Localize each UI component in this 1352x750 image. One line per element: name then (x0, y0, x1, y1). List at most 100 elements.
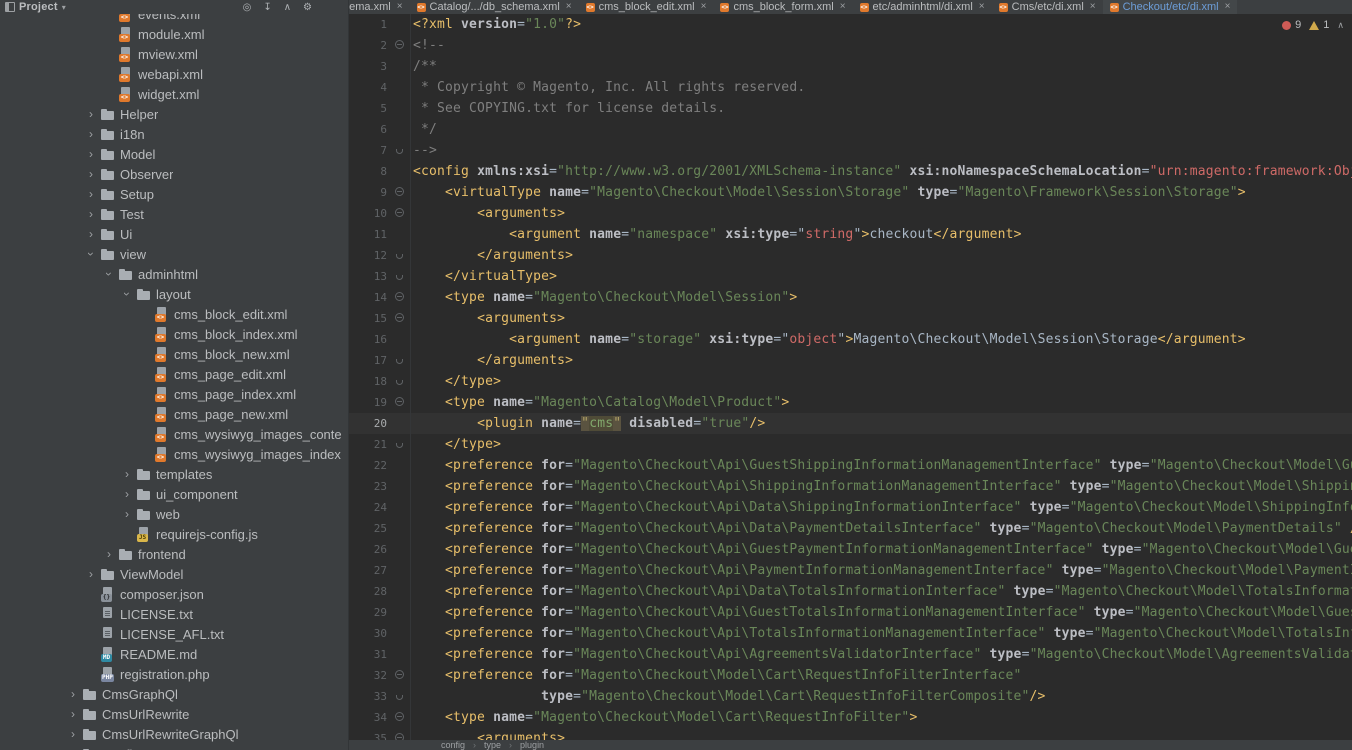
tree-item-observer[interactable]: ›Observer (0, 164, 348, 184)
close-icon[interactable]: × (1090, 2, 1096, 12)
chevron-right-icon[interactable]: › (118, 504, 136, 524)
fold-marker[interactable] (392, 686, 411, 707)
editor-line-16[interactable]: 16 <argument name="storage" xsi:type="ob… (349, 329, 1352, 350)
breadcrumb-item-plugin[interactable]: plugin (520, 740, 544, 750)
tree-item-webapi-xml[interactable]: webapi.xml (0, 64, 348, 84)
editor-line-19[interactable]: 19 <type name="Magento\Catalog\Model\Pro… (349, 392, 1352, 413)
editor-line-14[interactable]: 14 <type name="Magento\Checkout\Model\Se… (349, 287, 1352, 308)
editor-line-25[interactable]: 25 <preference for="Magento\Checkout\Api… (349, 518, 1352, 539)
inspections-widget[interactable]: 9 1 ∧ (1282, 19, 1344, 31)
breadcrumb-item-type[interactable]: type (484, 740, 501, 750)
editor-line-31[interactable]: 31 <preference for="Magento\Checkout\Api… (349, 644, 1352, 665)
chevron-down-icon[interactable]: ▾ (62, 3, 66, 12)
close-icon[interactable]: × (701, 2, 707, 12)
tree-item-cms-block-index-xml[interactable]: cms_block_index.xml (0, 324, 348, 344)
tree-item-cms-block-new-xml[interactable]: cms_block_new.xml (0, 344, 348, 364)
chevron-right-icon[interactable]: › (82, 564, 100, 584)
tree-item-web[interactable]: ›web (0, 504, 348, 524)
editor-tab-cms-block-form-xml[interactable]: <>cms_block_form.xml× (713, 0, 852, 14)
editor-line-10[interactable]: 10 <arguments> (349, 203, 1352, 224)
chevron-right-icon[interactable]: › (82, 204, 100, 224)
fold-marker[interactable] (392, 308, 411, 329)
close-icon[interactable]: × (397, 2, 403, 12)
tree-item-cms-block-edit-xml[interactable]: cms_block_edit.xml (0, 304, 348, 324)
close-icon[interactable]: × (840, 2, 846, 12)
code-editor[interactable]: 1<?xml version="1.0"?>2<!--3/**4 * Copyr… (349, 14, 1352, 740)
project-panel-title[interactable]: Project (19, 1, 58, 13)
tree-item-frontend[interactable]: ›frontend (0, 544, 348, 564)
fold-marker[interactable] (392, 371, 411, 392)
editor-line-4[interactable]: 4 * Copyright © Magento, Inc. All rights… (349, 77, 1352, 98)
tree-item-cms-page-edit-xml[interactable]: cms_page_edit.xml (0, 364, 348, 384)
chevron-right-icon[interactable]: › (64, 724, 82, 744)
chevron-right-icon[interactable]: › (82, 144, 100, 164)
editor-line-23[interactable]: 23 <preference for="Magento\Checkout\Api… (349, 476, 1352, 497)
chevron-right-icon[interactable]: › (64, 704, 82, 724)
editor-line-35[interactable]: 35 <arguments> (349, 728, 1352, 740)
editor-line-11[interactable]: 11 <argument name="namespace" xsi:type="… (349, 224, 1352, 245)
fold-marker[interactable] (392, 203, 411, 224)
editor-tab-cms-etc-di-xml[interactable]: <>Cms/etc/di.xml× (992, 0, 1103, 14)
editor-line-21[interactable]: 21 </type> (349, 434, 1352, 455)
editor-line-7[interactable]: 7--> (349, 140, 1352, 161)
tree-item-ui[interactable]: ›Ui (0, 224, 348, 244)
chevron-down-icon[interactable]: › (99, 265, 119, 283)
tree-item-adminhtml[interactable]: ›adminhtml (0, 264, 348, 284)
editor-tab-schema-xml[interactable]: schema.xml× (349, 0, 410, 14)
tree-item-events-xml[interactable]: events.xml (0, 14, 348, 24)
editor-line-27[interactable]: 27 <preference for="Magento\Checkout\Api… (349, 560, 1352, 581)
chevron-right-icon[interactable]: › (64, 684, 82, 704)
tree-item-registration-php[interactable]: registration.php (0, 664, 348, 684)
editor-line-13[interactable]: 13 </virtualType> (349, 266, 1352, 287)
tree-item-helper[interactable]: ›Helper (0, 104, 348, 124)
chevron-down-icon[interactable]: › (117, 285, 137, 303)
fold-marker[interactable] (392, 140, 411, 161)
editor-line-32[interactable]: 32 <preference for="Magento\Checkout\Mod… (349, 665, 1352, 686)
editor-tab-catalog-db-schema-xml[interactable]: <>Catalog/.../db_schema.xml× (410, 0, 579, 14)
tree-item-mview-xml[interactable]: mview.xml (0, 44, 348, 64)
close-icon[interactable]: × (566, 2, 572, 12)
fold-marker[interactable] (392, 728, 411, 740)
tree-item-cmsurlrewritegraphql[interactable]: ›CmsUrlRewriteGraphQl (0, 724, 348, 744)
editor-line-30[interactable]: 30 <preference for="Magento\Checkout\Api… (349, 623, 1352, 644)
editor-line-18[interactable]: 18 </type> (349, 371, 1352, 392)
editor-line-22[interactable]: 22 <preference for="Magento\Checkout\Api… (349, 455, 1352, 476)
editor-line-6[interactable]: 6 */ (349, 119, 1352, 140)
editor-line-9[interactable]: 9 <virtualType name="Magento\Checkout\Mo… (349, 182, 1352, 203)
chevron-right-icon[interactable]: › (82, 124, 100, 144)
editor-line-33[interactable]: 33 type="Magento\Checkout\Model\Cart\Req… (349, 686, 1352, 707)
fold-marker[interactable] (392, 182, 411, 203)
tree-item-config[interactable]: ›Config (0, 744, 348, 750)
chevron-right-icon[interactable]: › (64, 744, 82, 750)
editor-line-2[interactable]: 2<!-- (349, 35, 1352, 56)
editor-tab-cms-block-edit-xml[interactable]: <>cms_block_edit.xml× (579, 0, 714, 14)
tree-item-model[interactable]: ›Model (0, 144, 348, 164)
fold-marker[interactable] (392, 245, 411, 266)
editor-line-3[interactable]: 3/** (349, 56, 1352, 77)
chevron-right-icon[interactable]: › (118, 464, 136, 484)
tree-item-composer-json[interactable]: composer.json (0, 584, 348, 604)
tree-item-license-txt[interactable]: LICENSE.txt (0, 604, 348, 624)
fold-marker[interactable] (392, 665, 411, 686)
editor-tab-etc-adminhtml-di-xml[interactable]: <>etc/adminhtml/di.xml× (853, 0, 992, 14)
chevron-right-icon[interactable]: › (82, 224, 100, 244)
chevron-right-icon[interactable]: › (82, 164, 100, 184)
fold-marker[interactable] (392, 287, 411, 308)
tree-item-readme-md[interactable]: README.md (0, 644, 348, 664)
tree-item-cmsurlrewrite[interactable]: ›CmsUrlRewrite (0, 704, 348, 724)
tree-item-cms-page-new-xml[interactable]: cms_page_new.xml (0, 404, 348, 424)
chevron-down-icon[interactable]: › (81, 245, 101, 263)
editor-line-24[interactable]: 24 <preference for="Magento\Checkout\Api… (349, 497, 1352, 518)
tree-item-viewmodel[interactable]: ›ViewModel (0, 564, 348, 584)
tree-item-setup[interactable]: ›Setup (0, 184, 348, 204)
editor-line-26[interactable]: 26 <preference for="Magento\Checkout\Api… (349, 539, 1352, 560)
editor-line-17[interactable]: 17 </arguments> (349, 350, 1352, 371)
editor-tab-checkout-etc-di-xml[interactable]: <>Checkout/etc/di.xml× (1103, 0, 1238, 14)
fold-marker[interactable] (392, 350, 411, 371)
tree-item-requirejs-config-js[interactable]: requirejs-config.js (0, 524, 348, 544)
locate-file-icon[interactable]: ◎ (243, 2, 252, 13)
fold-marker[interactable] (392, 266, 411, 287)
settings-gear-icon[interactable]: ⚙ (303, 2, 312, 13)
editor-line-1[interactable]: 1<?xml version="1.0"?> (349, 14, 1352, 35)
editor-line-28[interactable]: 28 <preference for="Magento\Checkout\Api… (349, 581, 1352, 602)
